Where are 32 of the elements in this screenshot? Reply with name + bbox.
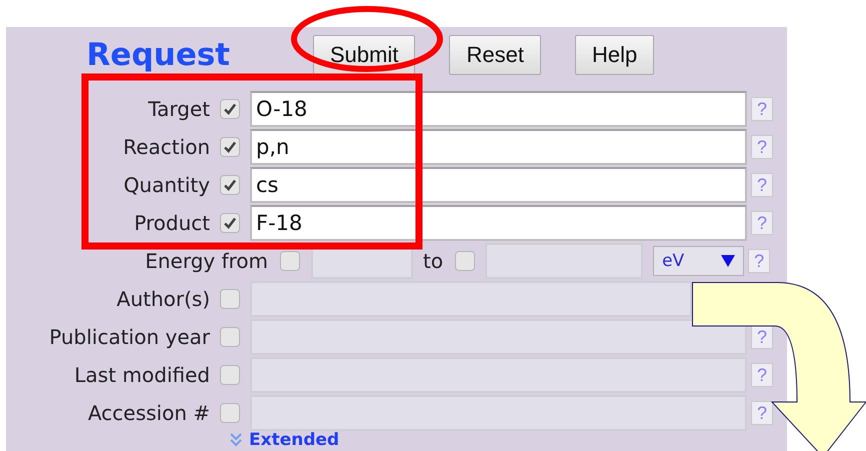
form-title: Request bbox=[86, 37, 230, 73]
input-field[interactable]: p,n bbox=[250, 129, 747, 165]
expand-icon bbox=[229, 432, 243, 448]
field-label: Reaction bbox=[122, 135, 210, 159]
field-label: Product bbox=[133, 211, 210, 235]
checkmark-icon bbox=[223, 140, 237, 154]
help-button[interactable]: ? bbox=[751, 135, 773, 159]
help-button[interactable]: ? bbox=[751, 211, 773, 235]
field-label: Energy from bbox=[144, 249, 268, 273]
field-label: Accession # bbox=[86, 401, 210, 425]
input-field[interactable]: F-18 bbox=[250, 205, 747, 241]
field-label: Last modified bbox=[73, 363, 210, 387]
form-button[interactable]: Reset bbox=[449, 35, 541, 75]
checkbox[interactable] bbox=[220, 213, 240, 233]
input-field[interactable]: O-18 bbox=[250, 91, 747, 127]
input-field[interactable]: cs bbox=[250, 167, 747, 203]
checkmark-icon bbox=[223, 178, 237, 192]
checkmark-icon bbox=[223, 216, 237, 230]
field-label: Target bbox=[147, 97, 210, 121]
caret-icon bbox=[721, 255, 736, 267]
field-label: Author(s) bbox=[116, 287, 210, 311]
checkbox[interactable] bbox=[220, 175, 240, 195]
form-button[interactable]: Help bbox=[574, 35, 654, 75]
help-button[interactable]: ? bbox=[751, 173, 773, 197]
checkmark-icon bbox=[223, 102, 237, 116]
field-label: Quantity bbox=[122, 173, 210, 197]
checkbox[interactable] bbox=[220, 99, 240, 119]
field-label: Publication year bbox=[48, 325, 210, 349]
field-label: to bbox=[423, 249, 444, 273]
help-button[interactable]: ? bbox=[751, 97, 773, 121]
extended-link[interactable]: Extended bbox=[249, 431, 340, 449]
checkbox[interactable] bbox=[220, 137, 240, 157]
